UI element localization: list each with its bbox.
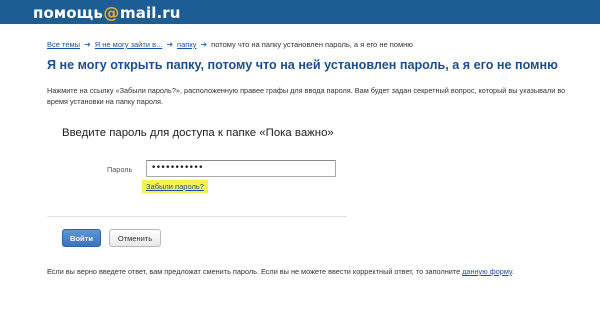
login-button[interactable]: Войти (62, 229, 101, 247)
breadcrumb-arrow-icon: ➜ (200, 40, 208, 49)
breadcrumb-arrow-icon: ➜ (84, 40, 91, 49)
breadcrumb-cannot-access[interactable]: Я не могу зайти в... (95, 40, 163, 49)
forgot-password-highlight: Забыли пароль? (142, 180, 208, 193)
logo-domain: mail (120, 4, 157, 22)
mail-help-logo[interactable]: помощь @ mail .ru (33, 3, 181, 22)
cancel-button[interactable]: Отменить (109, 229, 161, 247)
footer-text: Если вы верно введете ответ, вам предлож… (47, 267, 463, 276)
breadcrumb: Все темы ➜ Я не могу зайти в... ➜ папку … (47, 40, 413, 49)
form-divider (47, 216, 347, 217)
forgot-password-link[interactable]: Забыли пароль? (146, 182, 204, 191)
breadcrumb-current: потому что на папку установлен пароль, а… (211, 40, 413, 49)
logo-at-symbol: @ (103, 3, 120, 22)
password-input[interactable]: ••••••••••• (146, 160, 336, 177)
breadcrumb-arrow-icon: ➜ (166, 40, 174, 49)
logo-tld: .ru (156, 4, 181, 22)
breadcrumb-folder[interactable]: папку (177, 40, 196, 49)
logo-text: помощь (33, 4, 103, 22)
footer-text-end: . (511, 267, 514, 276)
breadcrumb-all-topics[interactable]: Все темы (47, 40, 80, 49)
intro-text: Нажмите на ссылку «Забыли пароль?», расп… (47, 86, 566, 106)
page-title: Я не могу открыть папку, потому что на н… (47, 58, 558, 72)
footer-note: Если вы верно введете ответ, вам предлож… (47, 267, 514, 276)
top-header-bar: помощь @ mail .ru (0, 0, 600, 24)
password-label: Пароль (107, 165, 133, 174)
feedback-form-link[interactable]: данную форму (462, 267, 512, 276)
dialog-title: Введите пароль для доступа к папке «Пока… (62, 127, 334, 139)
